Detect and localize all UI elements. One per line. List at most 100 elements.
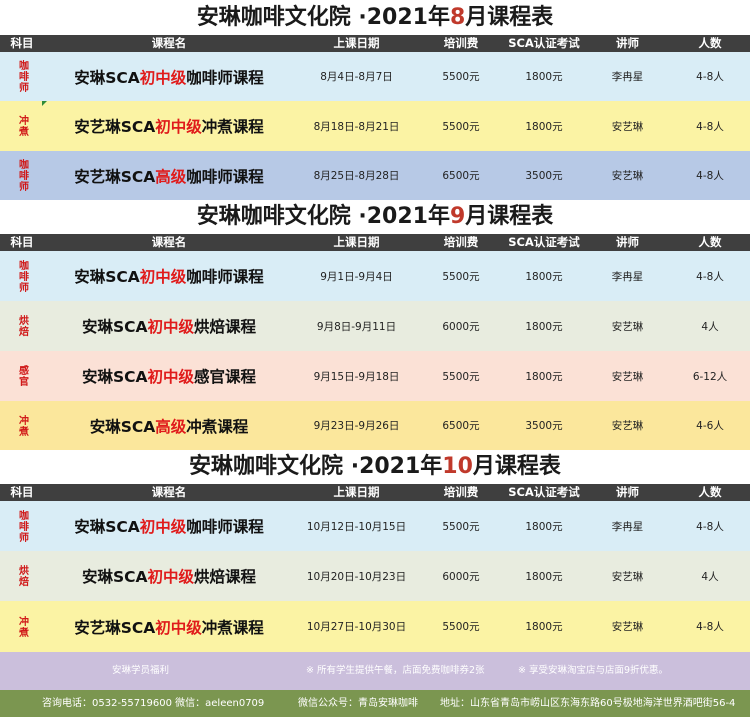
title-suffix: 月课程表 — [472, 454, 561, 479]
course-fee: 6000元 — [442, 570, 480, 583]
course-name: 安琳SCA初中级咖啡师课程 — [74, 68, 264, 87]
exam-fee: 1800元 — [525, 370, 563, 383]
teacher: 安艺琳 — [611, 621, 644, 633]
course-date: 9月8日-9月11日 — [316, 320, 397, 333]
subject-label: 冲煮 — [16, 115, 28, 137]
course-date: 9月23日-9月26日 — [313, 420, 400, 432]
course-name: 安艺琳SCA初中级冲煮课程 — [74, 618, 264, 637]
class-size: 4-8人 — [696, 71, 724, 83]
contact-phone: 咨询电话：0532-55719600 微信：aeleen0709 — [42, 698, 265, 709]
col-date: 上课日期 — [333, 235, 380, 249]
subject-label: 冲煮 — [16, 414, 28, 437]
course-date: 10月12日-10月15日 — [306, 520, 407, 533]
course-date: 10月20日-10月23日 — [306, 570, 407, 583]
table-header: 科目 课程名 上课日期 培训费 SCA认证考试 讲师 人数 — [0, 484, 750, 501]
course-fee: 5500元 — [442, 120, 480, 133]
col-course: 课程名 — [151, 485, 187, 499]
col-exam: SCA认证考试 — [508, 36, 580, 50]
table-row: 咖啡师 安琳SCA初中级咖啡师课程 8月4日-8月7日 5500元 1800元 … — [0, 52, 750, 101]
course-fee: 5500元 — [442, 520, 480, 533]
col-people: 人数 — [698, 235, 722, 249]
table-row: 烘焙 安琳SCA初中级烘焙课程 10月20日-10月23日 6000元 1800… — [0, 551, 750, 601]
benefits-bar: 安琳学员福利 ※ 所有学生提供午餐，店面免费咖啡券2张 ※ 享受安琳淘宝店与店面… — [0, 652, 750, 690]
course-date: 8月4日-8月7日 — [320, 71, 393, 83]
exam-fee: 1800元 — [525, 270, 563, 283]
class-size: 4-8人 — [696, 120, 724, 133]
course-date: 8月18日-8月21日 — [313, 120, 400, 133]
course-fee: 5500元 — [442, 71, 480, 83]
title-prefix: 安琳咖啡文化院 ·2021年 — [196, 5, 450, 30]
course-fee: 5500元 — [442, 370, 480, 383]
subject-label: 感官 — [16, 365, 28, 387]
table-row: 咖啡师 安琳SCA初中级咖啡师课程 10月12日-10月15日 5500元 18… — [0, 501, 750, 551]
col-fee: 培训费 — [443, 485, 479, 499]
course-name: 安琳SCA初中级烘焙课程 — [81, 568, 257, 586]
table-row: 咖啡师 安琳SCA初中级咖啡师课程 9月1日-9月4日 5500元 1800元 … — [0, 251, 750, 301]
title-month: 8 — [449, 5, 466, 30]
class-size: 4-8人 — [696, 520, 724, 533]
course-date: 9月1日-9月4日 — [320, 270, 393, 283]
col-course: 课程名 — [151, 235, 187, 249]
teacher: 李冉星 — [611, 520, 644, 533]
benefits-label: 安琳学员福利 — [112, 665, 170, 676]
course-name: 安琳SCA高级冲煮课程 — [89, 417, 249, 436]
title-prefix: 安琳咖啡文化院 ·2021年 — [189, 454, 443, 479]
course-name: 安琳SCA初中级咖啡师课程 — [74, 268, 264, 286]
subject-label: 烘焙 — [16, 315, 28, 337]
exam-fee: 3500元 — [525, 170, 563, 182]
table-row: 咖啡师 安艺琳SCA高级咖啡师课程 8月25日-8月28日 6500元 3500… — [0, 151, 750, 200]
teacher: 安艺琳 — [611, 170, 644, 182]
course-date: 9月15日-9月18日 — [313, 370, 400, 383]
title-october: 安琳咖啡文化院 ·2021年10月课程表 — [0, 452, 750, 482]
teacher: 李冉星 — [611, 71, 644, 83]
class-size: 4-8人 — [696, 170, 724, 182]
subject-label: 咖啡师 — [16, 509, 28, 543]
class-size: 4人 — [701, 570, 719, 583]
col-fee: 培训费 — [443, 235, 479, 249]
title-suffix: 月课程表 — [465, 5, 554, 30]
class-size: 4-6人 — [696, 420, 724, 432]
col-exam: SCA认证考试 — [508, 235, 580, 249]
course-name: 安艺琳SCA高级咖啡师课程 — [74, 167, 264, 186]
teacher: 安艺琳 — [611, 320, 644, 333]
exam-fee: 1800元 — [525, 621, 563, 633]
benefit-lunch: ※ 所有学生提供午餐，店面免费咖啡券2张 — [306, 665, 485, 676]
col-subject: 科目 — [10, 36, 34, 50]
course-fee: 6500元 — [442, 170, 480, 182]
col-teacher: 讲师 — [616, 235, 639, 249]
subject-label: 咖啡师 — [16, 159, 28, 192]
teacher: 李冉星 — [611, 270, 644, 283]
subject-label: 冲煮 — [16, 615, 28, 638]
cell-comment-marker — [42, 101, 47, 106]
title-prefix: 安琳咖啡文化院 ·2021年 — [196, 204, 450, 229]
subject-label: 咖啡师 — [16, 259, 28, 293]
table-row: 烘焙 安琳SCA初中级烘焙课程 9月8日-9月11日 6000元 1800元 安… — [0, 301, 750, 351]
class-size: 4-8人 — [696, 621, 724, 633]
table-row: 冲煮 安琳SCA高级冲煮课程 9月23日-9月26日 6500元 3500元 安… — [0, 401, 750, 450]
class-size: 4-8人 — [696, 270, 724, 283]
teacher: 安艺琳 — [611, 370, 644, 383]
title-month: 10 — [442, 454, 473, 479]
table-row: 冲煮 安艺琳SCA初中级冲煮课程 10月27日-10月30日 5500元 180… — [0, 601, 750, 652]
contact-address: 地址：山东省青岛市崂山区东海东路60号极地海洋世界酒吧街56-4 — [440, 698, 736, 709]
subject-label: 烘焙 — [16, 565, 28, 587]
course-name: 安琳SCA初中级烘焙课程 — [81, 318, 257, 336]
col-date: 上课日期 — [333, 485, 380, 499]
course-name: 安琳SCA初中级咖啡师课程 — [74, 518, 264, 536]
subject-label: 咖啡师 — [16, 60, 28, 93]
course-fee: 5500元 — [442, 621, 480, 633]
col-people: 人数 — [698, 485, 722, 499]
contact-wechat: 微信公众号：青岛安琳咖啡 — [298, 698, 418, 709]
col-teacher: 讲师 — [616, 36, 639, 50]
exam-fee: 1800元 — [525, 320, 563, 333]
teacher: 安艺琳 — [611, 570, 644, 583]
title-suffix: 月课程表 — [465, 204, 554, 229]
course-date: 8月25日-8月28日 — [313, 170, 400, 182]
col-subject: 科目 — [10, 235, 34, 249]
course-date: 10月27日-10月30日 — [306, 621, 407, 633]
exam-fee: 1800元 — [525, 71, 563, 83]
exam-fee: 1800元 — [525, 570, 563, 583]
title-september: 安琳咖啡文化院 ·2021年9月课程表 — [0, 202, 750, 232]
col-exam: SCA认证考试 — [508, 485, 580, 499]
contact-bar: 咨询电话：0532-55719600 微信：aeleen0709 微信公众号：青… — [0, 690, 750, 717]
